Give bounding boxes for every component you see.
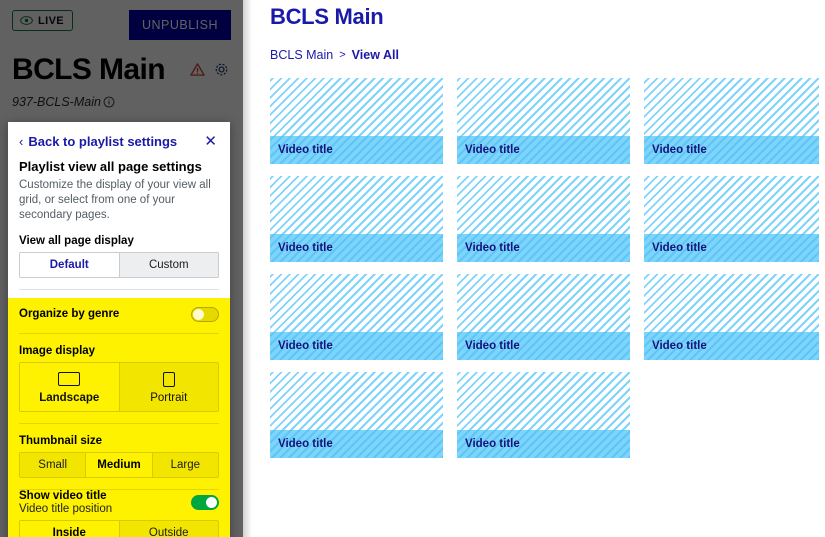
video-title-band: Video title xyxy=(644,332,819,360)
modal-description: Customize the display of your view all g… xyxy=(19,179,211,222)
video-title-band: Video title xyxy=(270,332,443,360)
video-card-title: Video title xyxy=(278,242,333,254)
thumbnail-size-segmented-control: Small Medium Large xyxy=(19,451,219,478)
image-display-landscape-label: Landscape xyxy=(39,391,100,404)
video-card[interactable]: Video title xyxy=(270,274,443,360)
section-divider xyxy=(19,288,219,290)
show-video-title-labels: Show video title Video title position xyxy=(19,490,112,515)
video-card[interactable]: Video title xyxy=(270,372,443,458)
video-card[interactable]: Video title xyxy=(644,176,819,262)
modal-heading: Playlist view all page settings xyxy=(19,159,202,174)
playlist-view-all-settings-modal: ‹ Back to playlist settings ✕ Playlist v… xyxy=(8,122,230,537)
video-card-title: Video title xyxy=(652,144,707,156)
video-title-band: Video title xyxy=(644,234,819,262)
video-grid: Video title Video title Video title Vide… xyxy=(270,78,819,458)
breadcrumb-current: View All xyxy=(351,48,399,62)
video-card-title: Video title xyxy=(652,242,707,254)
video-title-position-outside[interactable]: Outside xyxy=(118,520,218,537)
breadcrumb-separator-icon: > xyxy=(339,49,346,61)
video-title-band: Video title xyxy=(457,430,630,458)
image-display-segmented-control: Landscape Portrait xyxy=(19,361,219,412)
show-video-title-label: Show video title xyxy=(19,489,107,502)
thumbnail-size-option-medium[interactable]: Medium xyxy=(85,452,152,477)
video-card[interactable]: Video title xyxy=(457,372,630,458)
video-card[interactable]: Video title xyxy=(457,176,630,262)
breadcrumb: BCLS Main > View All xyxy=(270,48,807,62)
organize-by-genre-toggle[interactable] xyxy=(191,306,219,322)
video-title-band: Video title xyxy=(457,332,630,360)
show-video-title-row: Show video title Video title position xyxy=(19,490,219,515)
video-card-title: Video title xyxy=(465,340,520,352)
video-card-title: Video title xyxy=(652,340,707,352)
video-title-band: Video title xyxy=(457,234,630,262)
back-link-label: Back to playlist settings xyxy=(28,134,178,149)
section-divider xyxy=(19,422,219,424)
image-display-option-landscape[interactable]: Landscape xyxy=(20,362,119,411)
video-title-position-segmented-control: Inside Outside xyxy=(19,519,219,537)
video-card-title: Video title xyxy=(465,144,520,156)
video-title-band: Video title xyxy=(270,136,443,164)
video-title-position-inside[interactable]: Inside xyxy=(20,520,119,537)
thumbnail-size-option-large[interactable]: Large xyxy=(151,452,218,477)
view-all-page-display-label: View all page display xyxy=(19,234,134,247)
landscape-rectangle-icon xyxy=(22,371,117,388)
video-card[interactable]: Video title xyxy=(457,274,630,360)
close-icon[interactable]: ✕ xyxy=(202,134,219,149)
back-to-playlist-settings-link[interactable]: ‹ Back to playlist settings xyxy=(19,134,177,149)
toggle-knob xyxy=(193,308,204,320)
display-option-default[interactable]: Default xyxy=(20,252,119,277)
thumbnail-size-option-small[interactable]: Small xyxy=(20,452,86,477)
video-card[interactable]: Video title xyxy=(270,176,443,262)
preview-content-area: BCLS Main BCLS Main > View All Video tit… xyxy=(252,0,825,537)
app-root: LIVE UNPUBLISH BCLS Main xyxy=(0,0,825,537)
video-card[interactable]: Video title xyxy=(644,274,819,360)
image-display-option-portrait[interactable]: Portrait xyxy=(118,362,218,411)
view-all-page-display-segmented-control: Default Custom xyxy=(19,251,219,278)
show-video-title-toggle[interactable] xyxy=(191,494,219,510)
video-card-title: Video title xyxy=(278,340,333,352)
video-card[interactable]: Video title xyxy=(644,78,819,164)
video-card[interactable]: Video title xyxy=(270,78,443,164)
video-card-title: Video title xyxy=(278,144,333,156)
modal-body: Playlist view all page settings Customiz… xyxy=(8,159,230,537)
video-card-title: Video title xyxy=(465,438,520,450)
breadcrumb-root[interactable]: BCLS Main xyxy=(270,48,333,62)
organize-by-genre-row: Organize by genre xyxy=(19,306,219,322)
portrait-rectangle-icon xyxy=(122,371,217,388)
display-option-custom[interactable]: Custom xyxy=(118,252,218,277)
video-title-band: Video title xyxy=(644,136,819,164)
panel-divider xyxy=(243,0,252,537)
preview-page-title: BCLS Main xyxy=(270,4,384,29)
video-title-band: Video title xyxy=(270,234,443,262)
toggle-knob xyxy=(206,496,217,508)
chevron-left-icon: ‹ xyxy=(19,134,24,149)
video-card-title: Video title xyxy=(278,438,333,450)
video-card-title: Video title xyxy=(465,242,520,254)
image-display-portrait-label: Portrait xyxy=(150,391,188,404)
video-title-band: Video title xyxy=(457,136,630,164)
video-title-position-label: Video title position xyxy=(19,502,113,515)
video-title-band: Video title xyxy=(270,430,443,458)
thumbnail-size-label: Thumbnail size xyxy=(19,434,103,447)
modal-header: ‹ Back to playlist settings ✕ xyxy=(8,122,230,155)
video-card[interactable]: Video title xyxy=(457,78,630,164)
section-divider xyxy=(19,332,219,334)
organize-by-genre-label: Organize by genre xyxy=(19,308,120,321)
image-display-label: Image display xyxy=(19,344,96,357)
highlighted-settings-region: Organize by genre Image display Landscap… xyxy=(8,297,230,537)
